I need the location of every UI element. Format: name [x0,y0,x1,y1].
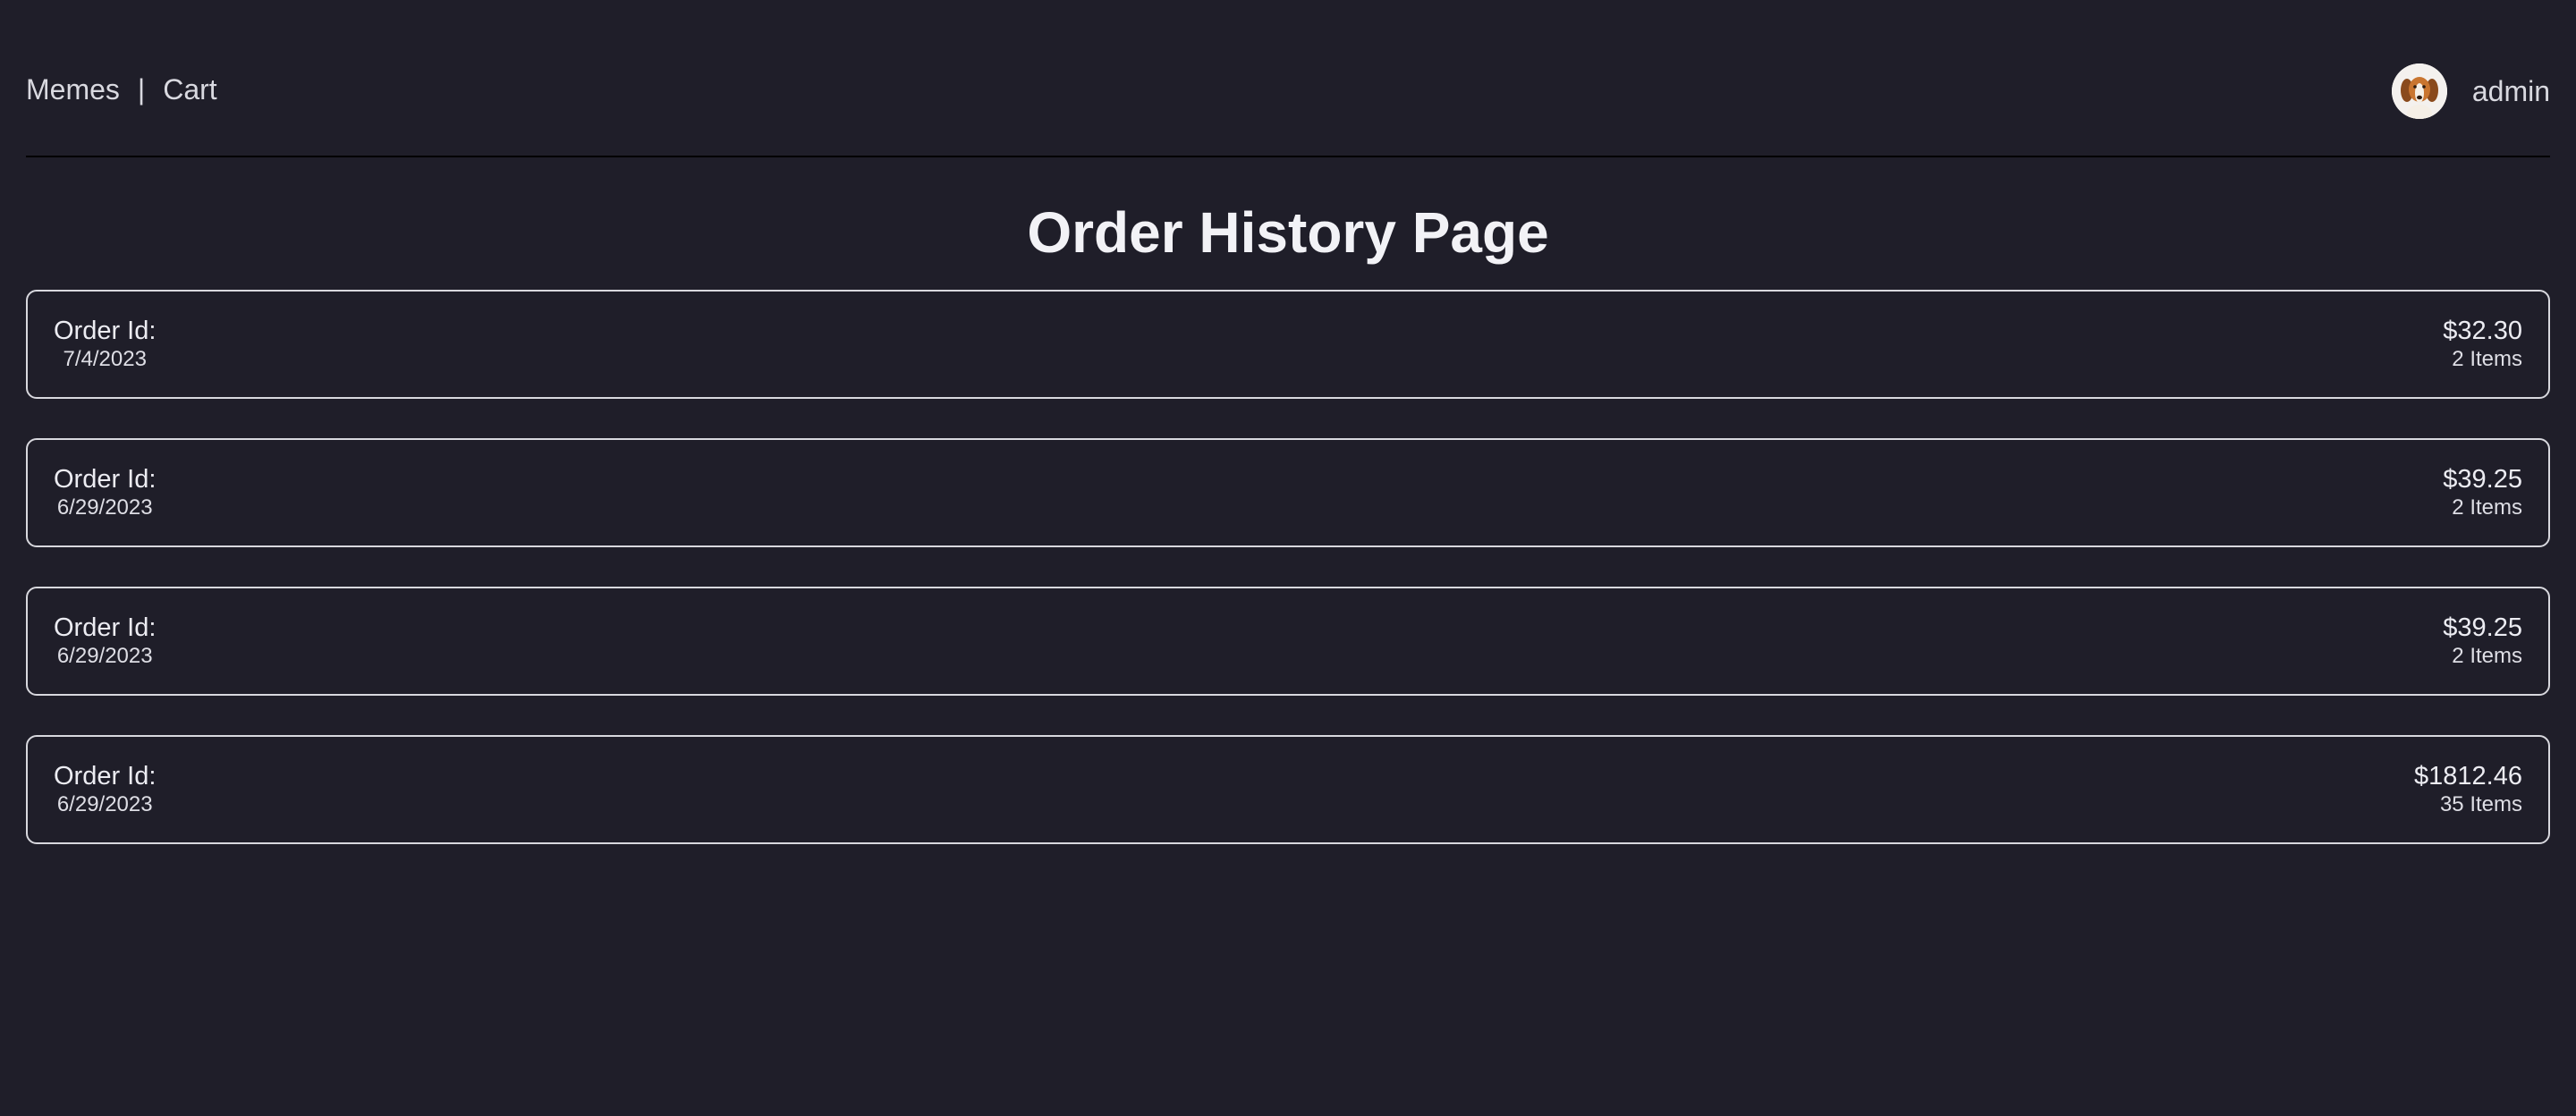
nav-link-memes[interactable]: Memes [26,73,120,106]
order-card[interactable]: Order Id: 6/29/2023 $39.25 2 Items [26,438,2550,547]
user-menu[interactable]: admin [2391,63,2550,119]
order-id-label: Order Id: [54,613,157,642]
order-item-count: 2 Items [2452,347,2522,371]
order-date: 7/4/2023 [63,347,147,371]
order-info: Order Id: 6/29/2023 [54,761,156,818]
main-nav: Memes | Cart [26,73,217,106]
order-id-label: Order Id: [54,762,157,790]
dog-avatar-icon [2391,63,2447,119]
avatar[interactable] [2391,63,2447,119]
order-summary: $1812.46 35 Items [2414,761,2522,818]
order-card[interactable]: Order Id: 6/29/2023 $39.25 2 Items [26,587,2550,696]
username[interactable]: admin [2472,75,2550,108]
order-item-count: 2 Items [2452,495,2522,520]
order-total: $1812.46 [2414,762,2522,790]
order-date: 6/29/2023 [56,792,153,816]
order-total: $39.25 [2443,613,2522,642]
order-item-count: 35 Items [2439,792,2522,816]
order-id-label: Order Id: [54,465,157,494]
order-info: Order Id: 6/29/2023 [54,613,156,670]
order-history-page: Memes | Cart admin Order History Page Or… [0,0,2576,1116]
order-info: Order Id: 7/4/2023 [54,316,156,373]
order-card[interactable]: Order Id: 7/4/2023 $32.30 2 Items [26,290,2550,399]
top-navbar: Memes | Cart admin [26,0,2550,157]
order-total: $39.25 [2443,465,2522,494]
order-summary: $39.25 2 Items [2443,613,2522,670]
order-id-label: Order Id: [54,317,157,345]
order-summary: $32.30 2 Items [2443,316,2522,373]
order-info: Order Id: 6/29/2023 [54,464,156,521]
order-summary: $39.25 2 Items [2443,464,2522,521]
nav-link-cart[interactable]: Cart [163,73,216,106]
order-card[interactable]: Order Id: 6/29/2023 $1812.46 35 Items [26,735,2550,844]
order-date: 6/29/2023 [56,644,153,668]
order-item-count: 2 Items [2452,644,2522,668]
order-date: 6/29/2023 [56,495,153,520]
order-list: Order Id: 7/4/2023 $32.30 2 Items Order … [26,290,2550,844]
order-total: $32.30 [2443,317,2522,345]
page-title: Order History Page [1027,200,1549,265]
nav-separator: | [137,73,146,106]
